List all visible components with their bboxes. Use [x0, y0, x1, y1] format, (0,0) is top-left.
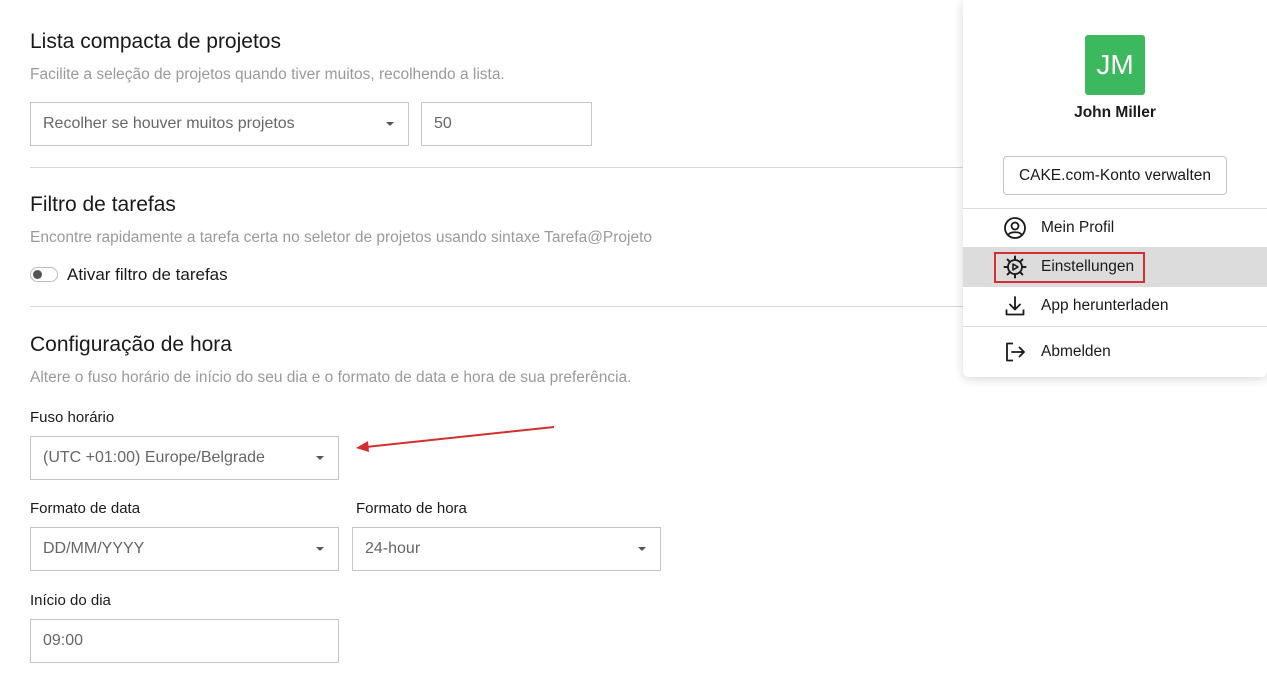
compact-list-select[interactable]: Recolher se houver muitos projetos	[30, 102, 409, 146]
date-format-select-value: DD/MM/YYYY	[43, 540, 145, 557]
menu-item-label: Abmelden	[1041, 343, 1111, 360]
menu-item-settings[interactable]: Einstellungen	[963, 248, 1267, 286]
project-count-input[interactable]: 50	[421, 102, 592, 146]
chevron-down-icon	[386, 122, 394, 126]
day-start-value: 09:00	[43, 632, 84, 649]
section-divider	[30, 167, 1030, 168]
menu-item-profile[interactable]: Mein Profil	[963, 209, 1267, 247]
day-start-label: Início do dia	[30, 592, 111, 609]
menu-item-label: App herunterladen	[1041, 297, 1169, 314]
user-circle-icon	[1004, 217, 1026, 239]
time-settings-title: Configuração de hora	[30, 333, 232, 356]
date-format-label: Formato de data	[30, 500, 141, 517]
time-format-select-value: 24-hour	[365, 540, 421, 557]
compact-list-title: Lista compacta de projetos	[30, 30, 281, 53]
manage-account-button[interactable]: CAKE.com-Konto verwalten	[1003, 156, 1227, 195]
user-menu-panel: JM John Miller CAKE.com-Konto verwalten …	[963, 0, 1267, 377]
menu-item-label: Mein Profil	[1041, 219, 1115, 236]
avatar: JM	[1085, 35, 1145, 95]
task-filter-description: Encontre rapidamente a tarefa certa no s…	[30, 229, 653, 246]
task-filter-toggle-label: Ativar filtro de tarefas	[67, 265, 228, 284]
task-filter-title: Filtro de tarefas	[30, 193, 176, 216]
time-format-select[interactable]: 24-hour	[352, 527, 661, 571]
time-format-label: Formato de hora	[356, 500, 467, 517]
download-icon	[1005, 296, 1025, 316]
menu-item-download[interactable]: App herunterladen	[963, 287, 1267, 325]
day-start-input[interactable]: 09:00	[30, 619, 339, 663]
timezone-select-value: (UTC +01:00) Europe/Belgrade	[43, 449, 265, 466]
timezone-select[interactable]: (UTC +01:00) Europe/Belgrade	[30, 436, 339, 480]
toggle-knob	[33, 270, 42, 279]
annotation-highlight-box	[994, 252, 1145, 283]
logout-icon	[1006, 342, 1025, 362]
menu-item-logout[interactable]: Abmelden	[963, 333, 1267, 371]
project-count-value: 50	[434, 115, 452, 132]
section-divider	[30, 306, 1030, 307]
time-settings-description: Altere o fuso horário de início do seu d…	[30, 369, 632, 386]
date-format-select[interactable]: DD/MM/YYYY	[30, 527, 339, 571]
compact-list-select-value: Recolher se houver muitos projetos	[43, 115, 295, 132]
chevron-down-icon	[316, 547, 324, 551]
compact-list-description: Facilite a seleção de projetos quando ti…	[30, 66, 505, 83]
menu-divider	[963, 326, 1267, 327]
timezone-label: Fuso horário	[30, 409, 115, 426]
user-name: John Miller	[1074, 104, 1156, 121]
chevron-down-icon	[638, 547, 646, 551]
chevron-down-icon	[316, 456, 324, 460]
annotation-arrow	[356, 426, 555, 452]
task-filter-toggle[interactable]	[30, 267, 58, 282]
